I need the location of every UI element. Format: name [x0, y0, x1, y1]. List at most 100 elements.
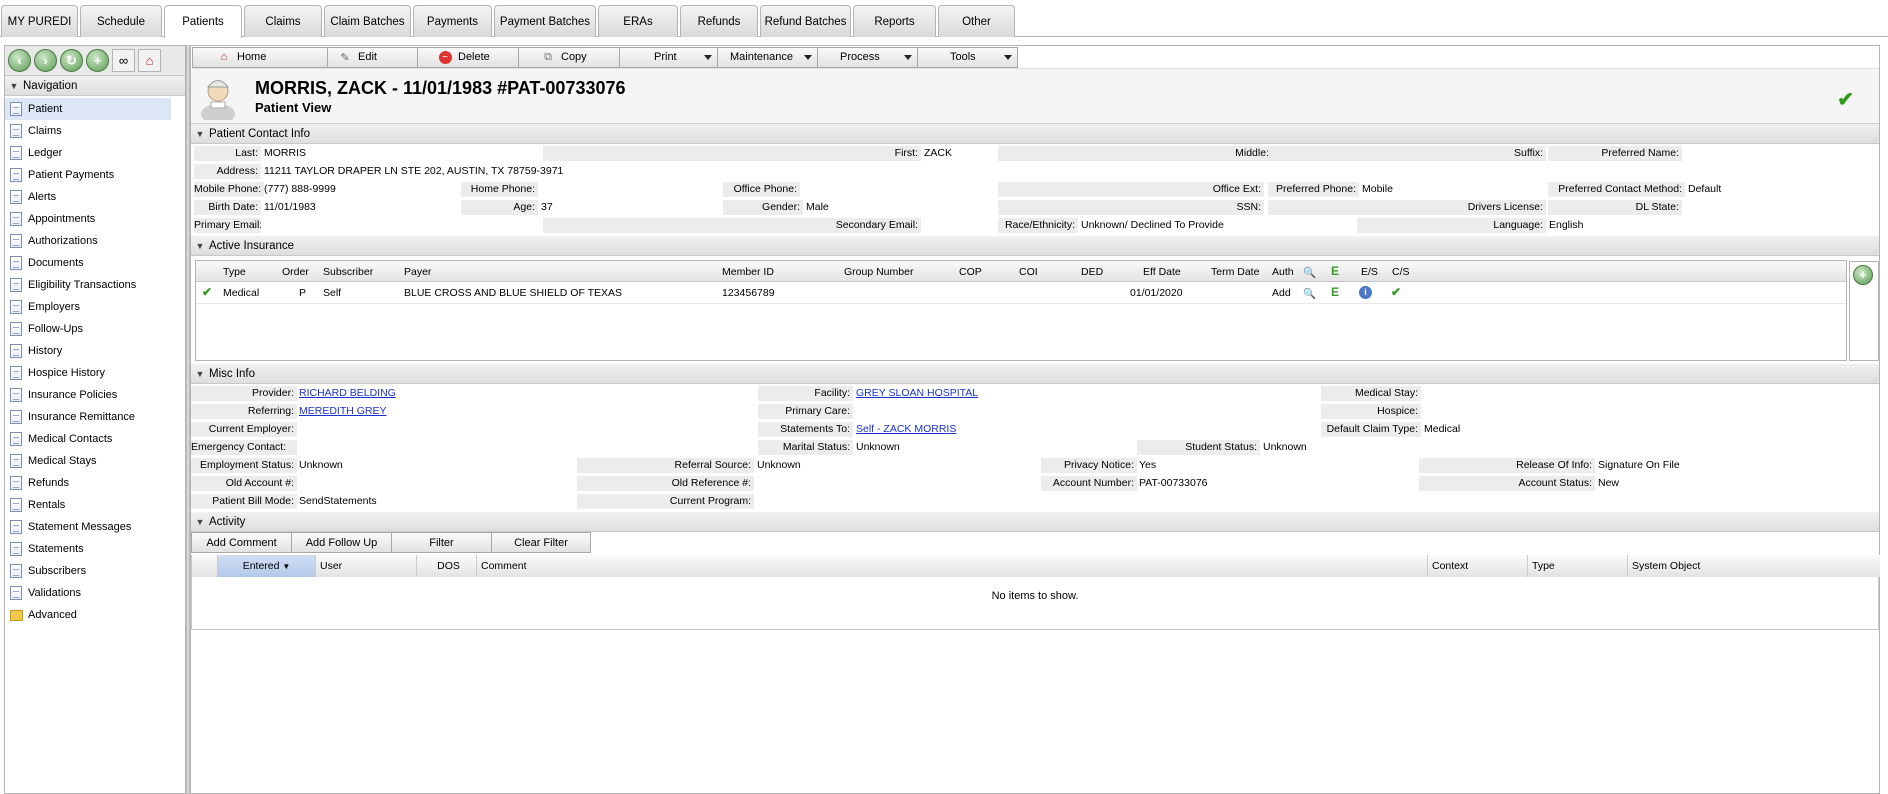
- nav-item-subscribers[interactable]: Subscribers: [5, 560, 171, 582]
- info-icon[interactable]: i: [1359, 286, 1372, 299]
- column-header[interactable]: Type: [223, 266, 246, 278]
- insurance-auth-add[interactable]: Add: [1272, 287, 1291, 299]
- activity-header[interactable]: ▼ Activity: [191, 512, 1879, 532]
- nav-item-documents[interactable]: Documents: [5, 252, 171, 274]
- binoculars-icon[interactable]: ∞: [112, 49, 135, 72]
- tab-claims[interactable]: Claims: [244, 5, 322, 37]
- nav-item-patient-payments[interactable]: Patient Payments: [5, 164, 171, 186]
- nav-item-eligibility-transactions[interactable]: Eligibility Transactions: [5, 274, 171, 296]
- column-header-context[interactable]: Context: [1428, 555, 1528, 577]
- checkmark-icon[interactable]: ✔: [1391, 285, 1401, 299]
- delete-button[interactable]: − Delete: [417, 46, 519, 68]
- referring-link[interactable]: MEREDITH GREY: [299, 404, 387, 419]
- column-header[interactable]: E/S: [1361, 266, 1378, 278]
- statements-to-link-text[interactable]: Self - ZACK MORRIS: [856, 423, 956, 435]
- nav-item-statements[interactable]: Statements: [5, 538, 171, 560]
- tools-dropdown[interactable]: Tools: [917, 46, 1018, 68]
- home-button[interactable]: ⌂ Home: [192, 46, 328, 68]
- column-header[interactable]: C/S: [1392, 266, 1410, 278]
- referring-link-text[interactable]: MEREDITH GREY: [299, 405, 387, 417]
- nav-item-authorizations[interactable]: Authorizations: [5, 230, 171, 252]
- nav-item-claims[interactable]: Claims: [5, 120, 171, 142]
- column-header-type[interactable]: Type: [1528, 555, 1628, 577]
- tab-refunds[interactable]: Refunds: [680, 5, 758, 37]
- active-insurance-header[interactable]: ▼ Active Insurance: [191, 236, 1879, 256]
- nav-item-statement-messages[interactable]: Statement Messages: [5, 516, 171, 538]
- tab-refund-batches[interactable]: Refund Batches: [760, 5, 851, 37]
- nav-item-advanced[interactable]: Advanced: [5, 604, 171, 626]
- nav-item-follow-ups[interactable]: Follow-Ups: [5, 318, 171, 340]
- forward-icon[interactable]: ›: [34, 49, 57, 72]
- magnifier-icon[interactable]: 🔍: [1303, 287, 1316, 300]
- nav-item-insurance-remittance[interactable]: Insurance Remittance: [5, 406, 171, 428]
- column-header[interactable]: Eff Date: [1143, 266, 1181, 278]
- add-insurance-icon[interactable]: +: [1853, 265, 1873, 285]
- tab-schedule[interactable]: Schedule: [80, 5, 162, 37]
- nav-item-insurance-policies[interactable]: Insurance Policies: [5, 384, 171, 406]
- nav-item-history[interactable]: History: [5, 340, 171, 362]
- nav-item-appointments[interactable]: Appointments: [5, 208, 171, 230]
- nav-item-ledger[interactable]: Ledger: [5, 142, 171, 164]
- tab-claim-batches[interactable]: Claim Batches: [324, 5, 411, 37]
- add-comment-button[interactable]: Add Comment: [191, 532, 292, 553]
- race-value: Unknown/ Declined To Provide: [1081, 219, 1224, 231]
- patient-contact-info-header[interactable]: ▼ Patient Contact Info: [191, 124, 1879, 144]
- add-icon[interactable]: +: [86, 49, 109, 72]
- provider-link[interactable]: RICHARD BELDING: [299, 386, 396, 401]
- tab-reports[interactable]: Reports: [853, 5, 936, 37]
- facility-link[interactable]: GREY SLOAN HOSPITAL: [856, 386, 978, 401]
- add-follow-up-button[interactable]: Add Follow Up: [291, 532, 392, 553]
- statements-to-link[interactable]: Self - ZACK MORRIS: [856, 422, 956, 437]
- tab-payment-batches[interactable]: Payment Batches: [494, 5, 596, 37]
- column-header[interactable]: DED: [1081, 266, 1103, 278]
- edit-button[interactable]: ✎ Edit: [327, 46, 418, 68]
- column-header[interactable]: COP: [959, 266, 982, 278]
- column-header-comment[interactable]: Comment: [477, 555, 1428, 577]
- column-header[interactable]: COI: [1019, 266, 1038, 278]
- process-dropdown[interactable]: Process: [817, 46, 918, 68]
- column-header[interactable]: Member ID: [722, 266, 774, 278]
- navigation-header[interactable]: ▼ Navigation: [5, 76, 185, 96]
- column-header[interactable]: Group Number: [844, 266, 913, 278]
- maintenance-dropdown[interactable]: Maintenance: [717, 46, 818, 68]
- last-name-value: MORRIS: [264, 147, 306, 159]
- nav-item-medical-stays[interactable]: Medical Stays: [5, 450, 171, 472]
- nav-item-refunds[interactable]: Refunds: [5, 472, 171, 494]
- tab-my-puredi[interactable]: MY PUREDI: [1, 5, 78, 37]
- column-header[interactable]: Term Date: [1211, 266, 1259, 278]
- tab-other[interactable]: Other: [938, 5, 1015, 37]
- page-subtitle: Patient View: [255, 100, 332, 115]
- refresh-icon[interactable]: ↻: [60, 49, 83, 72]
- nav-item-employers[interactable]: Employers: [5, 296, 171, 318]
- tab-eras[interactable]: ERAs: [598, 5, 678, 37]
- insurance-row[interactable]: ✔ Medical P Self BLUE CROSS AND BLUE SHI…: [196, 282, 1846, 304]
- nav-item-patient[interactable]: Patient: [5, 98, 171, 120]
- copy-button[interactable]: ⧉ Copy: [518, 46, 620, 68]
- column-header[interactable]: Payer: [404, 266, 431, 278]
- column-header-user[interactable]: User: [316, 555, 417, 577]
- column-header[interactable]: Order: [282, 266, 309, 278]
- column-header-entered[interactable]: Entered ▼: [218, 555, 316, 577]
- misc-info-header[interactable]: ▼ Misc Info: [191, 364, 1879, 384]
- nav-item-medical-contacts[interactable]: Medical Contacts: [5, 428, 171, 450]
- print-dropdown[interactable]: Print: [619, 46, 718, 68]
- nav-item-validations[interactable]: Validations: [5, 582, 171, 604]
- back-icon[interactable]: ‹: [8, 49, 31, 72]
- column-header-dos[interactable]: DOS: [417, 555, 477, 577]
- tab-patients[interactable]: Patients: [164, 5, 242, 38]
- nav-item-hospice-history[interactable]: Hospice History: [5, 362, 171, 384]
- facility-link-text[interactable]: GREY SLOAN HOSPITAL: [856, 387, 978, 399]
- field-label: Last:: [194, 146, 261, 161]
- activity-toolbar: Add Comment Add Follow Up Filter Clear F…: [191, 532, 1879, 555]
- column-header-system-object[interactable]: System Object: [1628, 555, 1880, 577]
- clear-filter-button[interactable]: Clear Filter: [491, 532, 591, 553]
- home-icon[interactable]: ⌂: [138, 49, 161, 72]
- filter-button[interactable]: Filter: [391, 532, 492, 553]
- e-icon[interactable]: E: [1331, 285, 1339, 299]
- column-header[interactable]: Auth: [1272, 266, 1294, 278]
- nav-item-alerts[interactable]: Alerts: [5, 186, 171, 208]
- provider-link-text[interactable]: RICHARD BELDING: [299, 387, 396, 399]
- tab-payments[interactable]: Payments: [413, 5, 492, 37]
- nav-item-rentals[interactable]: Rentals: [5, 494, 171, 516]
- column-header[interactable]: Subscriber: [323, 266, 373, 278]
